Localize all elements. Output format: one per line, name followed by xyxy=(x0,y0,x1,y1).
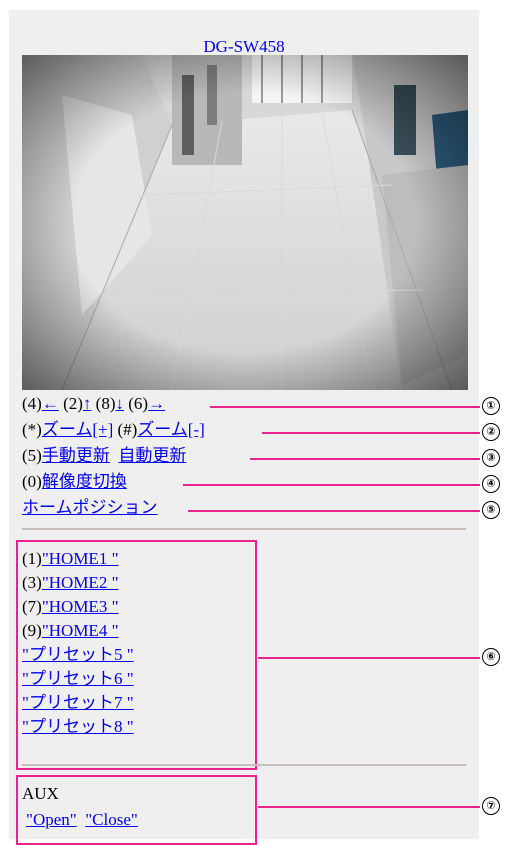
preset-link[interactable]: "プリセット8 " xyxy=(22,717,134,736)
preset-item: "プリセット6 " xyxy=(22,669,134,688)
pan-right-link[interactable]: → xyxy=(148,394,165,413)
tilt-down-link[interactable]: ↓ xyxy=(115,394,124,413)
callout-number: ③ xyxy=(482,449,500,467)
preset-item: "プリセット5 " xyxy=(22,645,134,664)
tilt-up-prefix: (2) xyxy=(63,394,83,413)
callout-line xyxy=(188,510,480,512)
preset-prefix: (1) xyxy=(22,549,42,568)
preset-link[interactable]: "HOME4 " xyxy=(42,621,119,640)
preset-item: "プリセット8 " xyxy=(22,717,134,736)
preset-prefix: (9) xyxy=(22,621,42,640)
preset-item: (9)"HOME4 " xyxy=(22,621,119,640)
manual-refresh-prefix: (5) xyxy=(22,446,42,465)
preset-item: (1)"HOME1 " xyxy=(22,549,119,568)
pan-right-prefix: (6) xyxy=(128,394,149,413)
callout-line xyxy=(250,458,480,460)
preset-link[interactable]: "プリセット6 " xyxy=(22,669,134,688)
preset-item: (3)"HOME2 " xyxy=(22,573,119,592)
pan-tilt-row: (4)← (2)↑ (8)↓ (6)→ xyxy=(22,394,165,413)
pan-left-link[interactable]: ← xyxy=(42,394,59,413)
callout-line xyxy=(183,484,480,486)
tilt-down-prefix: (8) xyxy=(95,394,116,413)
zoom-in-prefix: (*) xyxy=(22,420,42,439)
callout-number: ⑥ xyxy=(482,648,500,666)
refresh-row: (5)手動更新 自動更新 xyxy=(22,446,186,465)
callout-line xyxy=(258,657,480,659)
divider xyxy=(22,764,466,766)
callout-line xyxy=(258,806,480,808)
preset-link[interactable]: "HOME3 " xyxy=(42,597,119,616)
preset-item: (7)"HOME3 " xyxy=(22,597,119,616)
aux-close-link[interactable]: "Close" xyxy=(85,810,138,829)
resolution-prefix: (0) xyxy=(22,472,42,491)
preset-link[interactable]: "プリセット5 " xyxy=(22,645,134,664)
preset-link[interactable]: "HOME1 " xyxy=(42,549,119,568)
tilt-up-link[interactable]: ↑ xyxy=(83,394,92,413)
zoom-in-link[interactable]: ズーム[+] xyxy=(42,420,113,439)
callout-number: ① xyxy=(482,397,500,415)
preset-link[interactable]: "プリセット7 " xyxy=(22,693,134,712)
resolution-switch-link[interactable]: 解像度切換 xyxy=(42,472,127,491)
zoom-out-link[interactable]: ズーム[-] xyxy=(137,420,204,439)
page-panel: DG-SW458 (4)← (2)↑ (8)↓ (6)→ (*)ズーム[+] (… xyxy=(9,10,479,845)
preset-item: "プリセット7 " xyxy=(22,693,134,712)
zoom-row: (*)ズーム[+] (#)ズーム[-] xyxy=(22,420,205,439)
callout-number: ⑦ xyxy=(482,797,500,815)
callout-number: ⑤ xyxy=(482,501,500,519)
aux-row: "Open" "Close" xyxy=(26,810,138,829)
pan-left-prefix: (4) xyxy=(22,394,42,413)
aux-heading: AUX xyxy=(22,784,59,803)
page-title: DG-SW458 xyxy=(203,37,285,56)
aux-open-link[interactable]: "Open" xyxy=(26,810,77,829)
preset-prefix: (3) xyxy=(22,573,42,592)
callout-number: ④ xyxy=(482,475,500,493)
preset-link[interactable]: "HOME2 " xyxy=(42,573,119,592)
resolution-row: (0)解像度切換 xyxy=(22,472,127,491)
divider xyxy=(22,528,466,530)
camera-image xyxy=(22,55,468,390)
camera-view-graphic xyxy=(22,55,468,390)
home-position-row: ホームポジション xyxy=(22,498,158,517)
home-position-link[interactable]: ホームポジション xyxy=(22,498,158,517)
manual-refresh-link[interactable]: 手動更新 xyxy=(42,446,110,465)
callout-line xyxy=(210,406,480,408)
preset-prefix: (7) xyxy=(22,597,42,616)
callout-line xyxy=(262,432,480,434)
callout-number: ② xyxy=(482,423,500,441)
auto-refresh-link[interactable]: 自動更新 xyxy=(118,446,186,465)
zoom-out-prefix: (#) xyxy=(117,420,138,439)
